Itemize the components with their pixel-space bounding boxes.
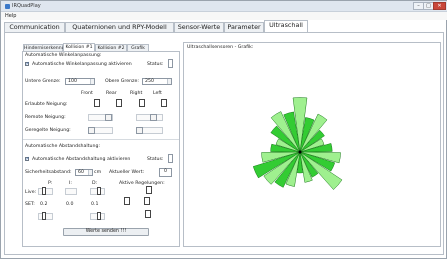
allowed-front-slider[interactable] <box>94 99 100 107</box>
live-label: Live: <box>25 190 37 195</box>
tilt-auto-checkbox[interactable] <box>25 61 30 67</box>
close-icon: ✕ <box>437 3 442 9</box>
safety-distance-spinbox[interactable]: 60 <box>75 169 93 176</box>
live-i-display <box>65 188 77 195</box>
set-label: SET: <box>25 202 35 207</box>
active-control-slider-2[interactable] <box>124 197 130 205</box>
d-label: D: <box>92 181 98 186</box>
lower-limit-value: 100 <box>68 79 77 84</box>
graph-title: Ultraschallsensoren - Grafik: <box>187 45 254 50</box>
remote-tilt-handle-2[interactable] <box>150 114 157 121</box>
col-front-label: Front <box>81 91 93 96</box>
window-title: IRQuadPlay <box>12 3 41 9</box>
app-icon <box>5 4 10 9</box>
allowed-right-slider[interactable] <box>139 99 145 107</box>
set-d-handle[interactable] <box>97 212 101 220</box>
ultrasonic-radar-chart <box>252 97 343 190</box>
set-p-value[interactable]: 0.2 <box>40 202 47 207</box>
spin-arrows-icon[interactable] <box>167 79 171 84</box>
title-bar: IRQuadPlay – □ ✕ <box>1 1 447 12</box>
allowed-left-slider[interactable] <box>161 99 167 107</box>
col-left-label: Left <box>153 91 162 96</box>
distance-status-label: Status: <box>147 157 164 162</box>
active-control-slider-3[interactable] <box>144 197 150 205</box>
section-divider <box>23 139 179 140</box>
menu-help[interactable]: Help <box>5 13 16 19</box>
live-d-indicator <box>97 187 101 195</box>
active-controls-label: Aktive Regelungen: <box>119 181 165 186</box>
set-p-handle[interactable] <box>42 212 46 220</box>
safety-distance-unit: cm <box>94 170 102 175</box>
minimize-icon: – <box>417 3 420 9</box>
spin-arrows-icon[interactable] <box>90 79 94 84</box>
p-label: P: <box>48 181 53 186</box>
safety-distance-value: 60 <box>78 170 84 175</box>
distance-auto-checkbox[interactable] <box>25 156 30 162</box>
current-value-display: 0 <box>159 168 172 177</box>
safety-distance-label: Sicherheitsabstand: <box>25 170 72 175</box>
current-value-label: Aktueller Wert: <box>109 170 145 175</box>
remote-tilt-label: Remote Neigung: <box>25 115 66 120</box>
regulated-tilt-handle-1[interactable] <box>88 127 95 134</box>
tilt-status-label: Status: <box>147 62 164 67</box>
current-value: 0 <box>164 169 167 174</box>
allowed-rear-slider[interactable] <box>116 99 122 107</box>
maximize-icon: □ <box>426 3 431 9</box>
distance-auto-label: Automatische Abstandshaltung aktivieren <box>32 157 131 162</box>
distance-status-indicator <box>168 154 173 163</box>
send-values-button[interactable]: Werte senden !!! <box>63 228 149 236</box>
set-d-value[interactable]: 0.1 <box>91 202 98 207</box>
close-button[interactable]: ✕ <box>433 2 446 10</box>
active-control-slider-1[interactable] <box>146 186 152 194</box>
set-i-value[interactable]: 0.0 <box>66 202 73 207</box>
lower-limit-label: Untere Grenze: <box>25 79 61 84</box>
active-control-slider-4[interactable] <box>145 210 151 218</box>
live-p-indicator <box>42 187 46 195</box>
radar-center <box>298 150 302 154</box>
col-rear-label: Rear <box>106 91 117 96</box>
regulated-tilt-label: Geregelte Neigung: <box>25 128 71 133</box>
remote-tilt-handle-1[interactable] <box>105 114 112 121</box>
menu-bar: Help <box>1 12 447 20</box>
upper-limit-spinbox[interactable]: 250 <box>142 78 172 85</box>
tilt-auto-label: Automatische Winkelanpassung aktivieren <box>32 62 132 67</box>
i-label: I: <box>69 181 72 186</box>
col-right-label: Right <box>130 91 143 96</box>
spin-arrows-icon[interactable] <box>88 170 92 175</box>
regulated-tilt-handle-2[interactable] <box>136 127 143 134</box>
allowed-tilt-label: Erlaubte Neigung: <box>25 102 68 107</box>
tilt-section-header: Automatische Winkelanpassung: <box>25 53 102 58</box>
tilt-status-indicator <box>168 59 173 68</box>
upper-limit-label: Obere Grenze: <box>105 79 139 84</box>
lower-limit-spinbox[interactable]: 100 <box>65 78 95 85</box>
distance-section-header: Automatische Abstandshaltung: <box>25 144 101 149</box>
upper-limit-value: 250 <box>145 79 154 84</box>
application-window: IRQuadPlay – □ ✕ Help Communication Quat… <box>0 0 447 259</box>
